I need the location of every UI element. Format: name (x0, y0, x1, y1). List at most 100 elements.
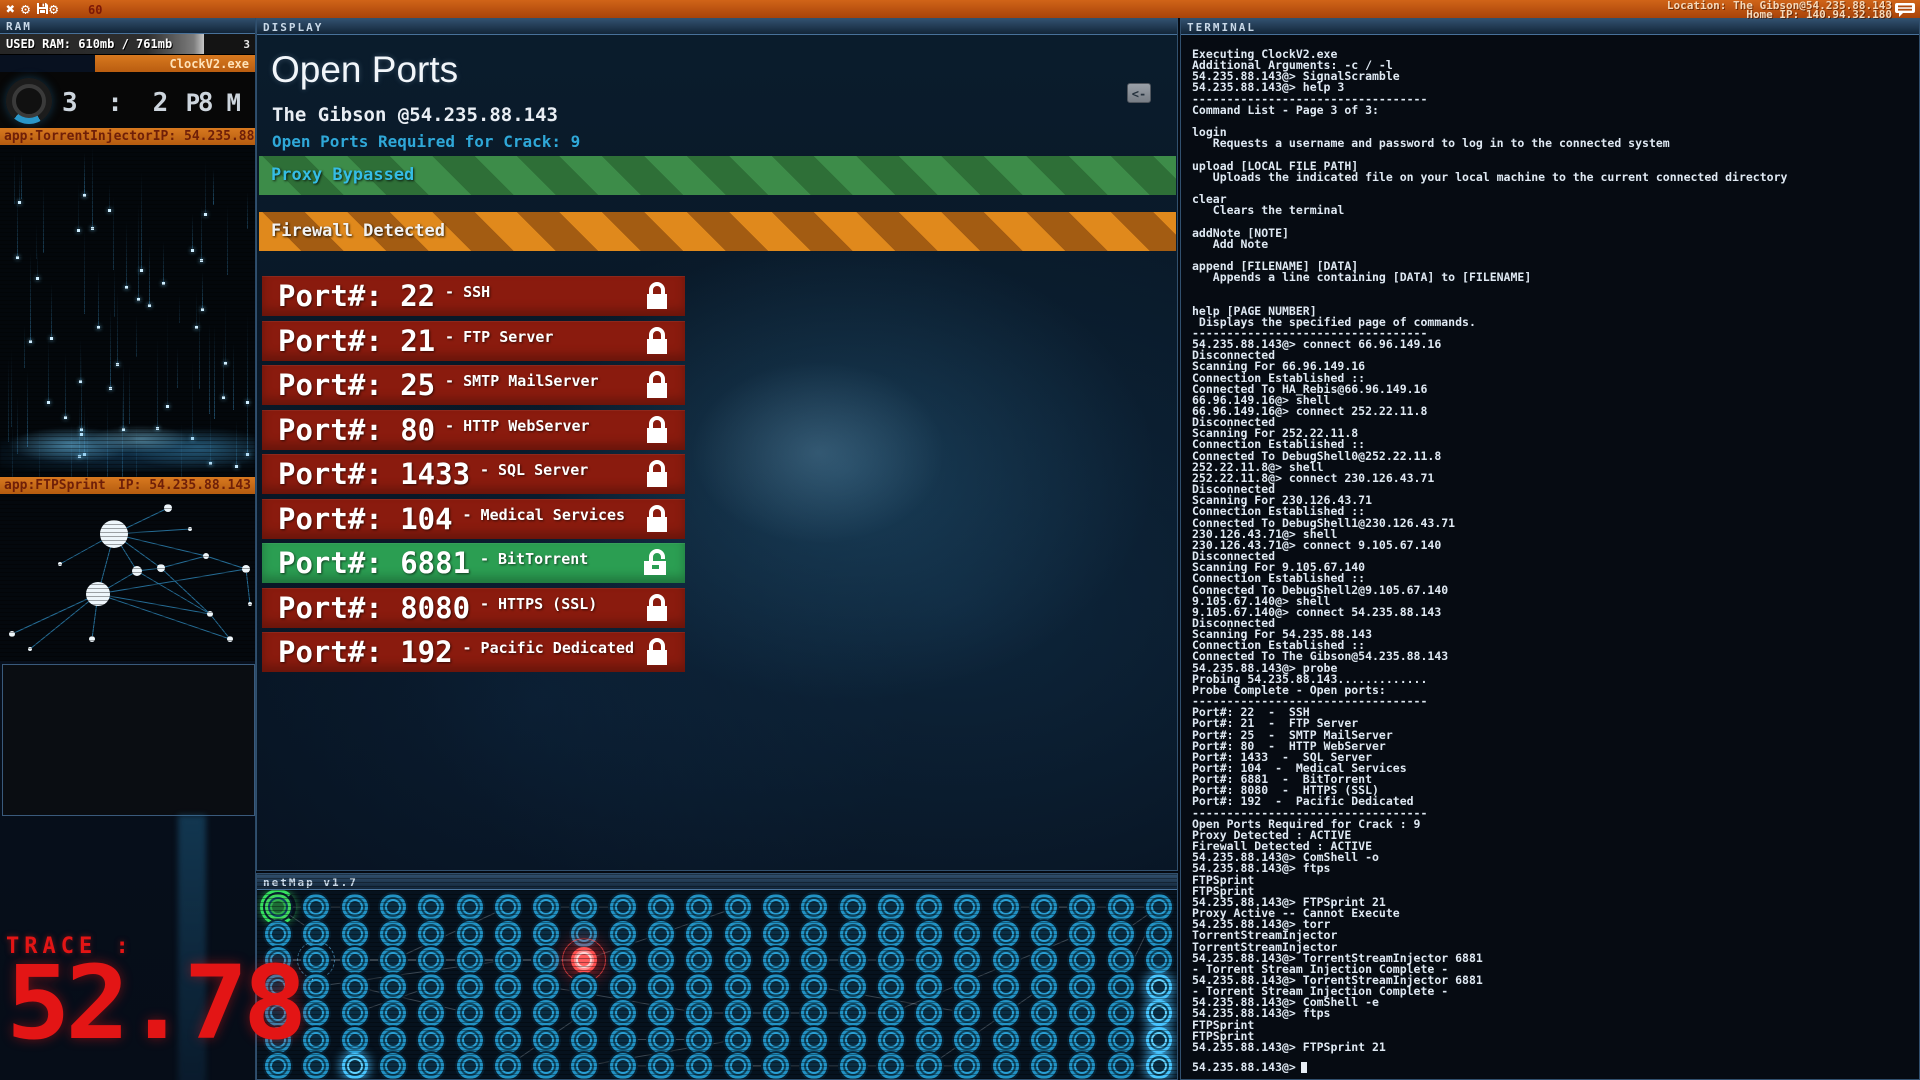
close-icon[interactable]: ✖ (6, 0, 21, 18)
netmap-node[interactable] (380, 1053, 406, 1079)
netmap-node[interactable] (1146, 921, 1172, 947)
netmap-node[interactable] (610, 1000, 636, 1026)
netmap-node[interactable] (993, 1000, 1019, 1026)
netmap-node[interactable] (1108, 921, 1134, 947)
netmap-node[interactable] (763, 1027, 789, 1053)
netmap-node[interactable] (457, 974, 483, 1000)
netmap-node[interactable] (1031, 1000, 1057, 1026)
netmap-node[interactable] (954, 1027, 980, 1053)
netmap-node[interactable] (725, 947, 751, 973)
netmap-node[interactable] (1069, 974, 1095, 1000)
netmap-node[interactable] (342, 894, 368, 920)
netmap-node[interactable] (648, 894, 674, 920)
netmap-node[interactable] (993, 1053, 1019, 1079)
netmap-node[interactable] (878, 894, 904, 920)
netmap-node[interactable] (533, 894, 559, 920)
netmap-node[interactable] (993, 894, 1019, 920)
netmap-node[interactable] (342, 1027, 368, 1053)
netmap-node[interactable] (763, 1000, 789, 1026)
netmap-node[interactable] (763, 947, 789, 973)
netmap-node[interactable] (1146, 974, 1172, 1000)
netmap-node[interactable] (840, 894, 866, 920)
netmap-node[interactable] (763, 921, 789, 947)
netmap-node[interactable] (495, 921, 521, 947)
netmap-node[interactable] (303, 947, 329, 973)
netmap-node[interactable] (801, 894, 827, 920)
netmap-node[interactable] (610, 894, 636, 920)
netmap-node[interactable] (1146, 947, 1172, 973)
netmap-node[interactable] (495, 894, 521, 920)
netmap-node[interactable] (610, 974, 636, 1000)
gear-icon-2[interactable]: ⚙ (49, 0, 64, 18)
netmap-node[interactable] (725, 921, 751, 947)
netmap-node[interactable] (725, 894, 751, 920)
port-row-6881[interactable]: Port#: 6881- BitTorrent (262, 543, 685, 583)
netmap-node[interactable] (916, 921, 942, 947)
netmap-node[interactable] (763, 1053, 789, 1079)
netmap-node[interactable] (878, 1027, 904, 1053)
netmap-node[interactable] (571, 974, 597, 1000)
netmap-node[interactable] (457, 1000, 483, 1026)
netmap-node[interactable] (342, 947, 368, 973)
netmap-node[interactable] (801, 1027, 827, 1053)
netmap-node[interactable] (571, 1027, 597, 1053)
netmap-node[interactable] (954, 974, 980, 1000)
netmap-node[interactable] (840, 921, 866, 947)
save-icon[interactable] (36, 0, 49, 18)
netmap-node[interactable] (457, 1027, 483, 1053)
netmap-node[interactable] (993, 1027, 1019, 1053)
netmap-node[interactable] (916, 947, 942, 973)
netmap-node[interactable] (533, 947, 559, 973)
terminal-prompt[interactable]: 54.235.88.143@> (1192, 1060, 1307, 1074)
back-button[interactable]: <- (1127, 83, 1151, 103)
netmap-node[interactable] (457, 894, 483, 920)
netmap-node[interactable] (725, 1027, 751, 1053)
port-row-80[interactable]: Port#: 80- HTTP WebServer (262, 410, 685, 450)
netmap-node[interactable] (725, 1000, 751, 1026)
netmap-node[interactable] (418, 1027, 444, 1053)
netmap-node[interactable] (878, 1000, 904, 1026)
netmap-node[interactable] (993, 974, 1019, 1000)
netmap-node[interactable] (916, 974, 942, 1000)
netmap-node[interactable] (380, 947, 406, 973)
netmap-node[interactable] (1108, 974, 1134, 1000)
netmap-node[interactable] (840, 974, 866, 1000)
netmap-node[interactable] (610, 1027, 636, 1053)
netmap-node[interactable] (1031, 921, 1057, 947)
netmap-node[interactable] (495, 974, 521, 1000)
netmap-node[interactable] (342, 974, 368, 1000)
netmap-node[interactable] (418, 894, 444, 920)
netmap-node[interactable] (533, 974, 559, 1000)
netmap-node[interactable] (801, 1053, 827, 1079)
netmap-node[interactable] (1146, 1053, 1172, 1079)
netmap-node[interactable] (1031, 947, 1057, 973)
netmap-node[interactable] (495, 1027, 521, 1053)
netmap-node[interactable] (610, 921, 636, 947)
netmap-node[interactable] (533, 1027, 559, 1053)
netmap-node[interactable] (342, 921, 368, 947)
port-row-192[interactable]: Port#: 192- Pacific Dedicated (262, 632, 685, 672)
netmap-node[interactable] (265, 894, 291, 920)
netmap-node[interactable] (571, 947, 597, 973)
netmap-node[interactable] (1108, 947, 1134, 973)
netmap-node[interactable] (1108, 894, 1134, 920)
netmap-node[interactable] (418, 947, 444, 973)
netmap-node[interactable] (418, 974, 444, 1000)
netmap-node[interactable] (457, 947, 483, 973)
netmap-node[interactable] (648, 1053, 674, 1079)
netmap-node[interactable] (725, 1053, 751, 1079)
netmap-node[interactable] (418, 1000, 444, 1026)
netmap-node[interactable] (380, 1027, 406, 1053)
netmap-node[interactable] (1031, 1027, 1057, 1053)
netmap-node[interactable] (1069, 921, 1095, 947)
netmap-node[interactable] (725, 974, 751, 1000)
netmap-node[interactable] (648, 921, 674, 947)
netmap-node[interactable] (916, 894, 942, 920)
port-row-25[interactable]: Port#: 25- SMTP MailServer (262, 365, 685, 405)
netmap-node[interactable] (916, 1027, 942, 1053)
netmap-node[interactable] (878, 947, 904, 973)
netmap-node[interactable] (495, 947, 521, 973)
netmap-node[interactable] (1031, 894, 1057, 920)
netmap-node[interactable] (342, 1053, 368, 1079)
netmap-node[interactable] (1031, 1053, 1057, 1079)
